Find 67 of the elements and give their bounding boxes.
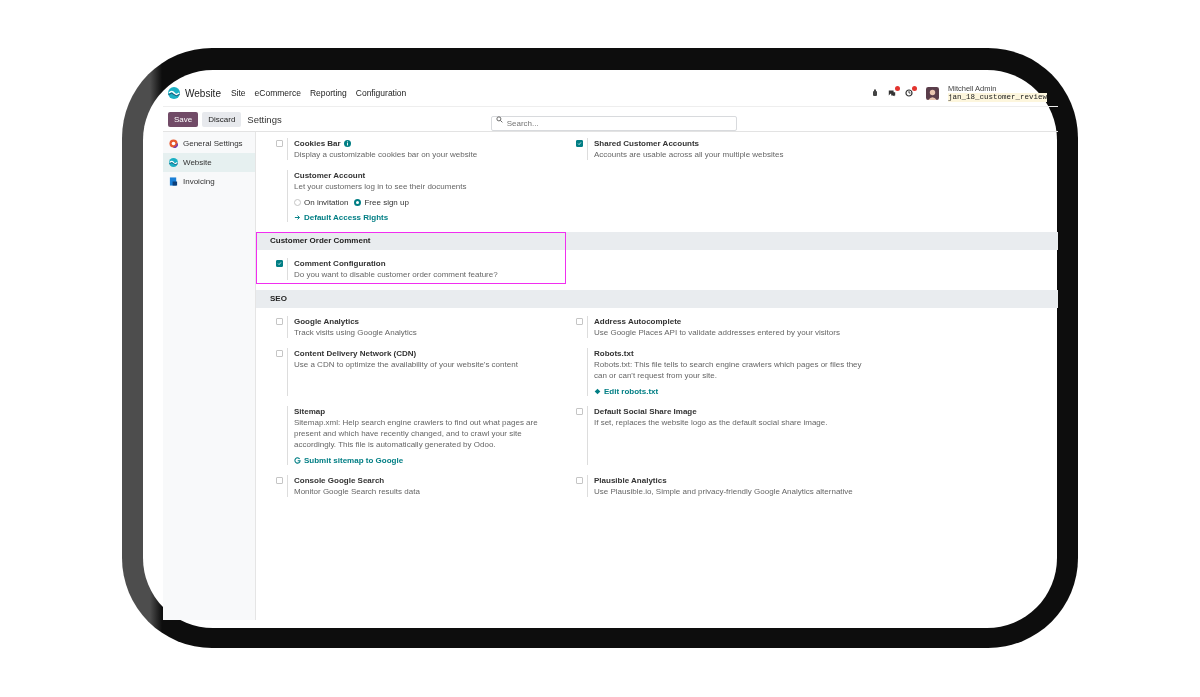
setting-description: Accounts are usable across all your multiple websites bbox=[594, 149, 785, 160]
breadcrumb: Settings bbox=[247, 113, 282, 125]
setting-title: Address Autocomplete bbox=[594, 316, 682, 327]
checkbox[interactable] bbox=[576, 318, 583, 325]
section-header: Customer Order Comment bbox=[256, 232, 1058, 250]
diamond-icon bbox=[594, 388, 601, 395]
setting-description: Sitemap.xml: Help search engine crawlers to find out what pages are present and which have recently changed, and to crawl your site accordingly. This file is automatically generated by Odoo. bbox=[294, 417, 539, 450]
notification-badge-icon bbox=[894, 86, 900, 91]
globe-icon bbox=[169, 158, 178, 167]
link-button[interactable]: Edit robots.txt bbox=[594, 387, 659, 396]
sidebar-item[interactable]: General Settings bbox=[163, 134, 255, 153]
radio-label: Free sign up bbox=[364, 198, 409, 207]
setting-description: Use Google Places API to validate addresses entered by your visitors bbox=[594, 327, 841, 338]
setting-title: Console Google Search bbox=[294, 475, 385, 486]
checkbox[interactable] bbox=[276, 140, 283, 147]
menu-item[interactable]: eCommerce bbox=[254, 88, 301, 98]
chat-icon[interactable] bbox=[887, 89, 896, 97]
gear-icon bbox=[169, 139, 178, 148]
setting-title: Shared Customer Accounts bbox=[594, 138, 700, 149]
setting-title: Content Delivery Network (CDN) bbox=[294, 348, 417, 359]
checkbox[interactable] bbox=[276, 260, 283, 267]
menu-item[interactable]: Reporting bbox=[309, 88, 347, 98]
setting-description: If set, replaces the website logo as the default social share image. bbox=[594, 417, 829, 428]
radio-label: On invitation bbox=[304, 198, 349, 207]
setting-description: Use a CDN to optimize the availability of your website's content bbox=[294, 359, 519, 370]
checkbox[interactable] bbox=[576, 140, 583, 147]
setting-title: Robots.txt bbox=[594, 348, 634, 359]
checkbox[interactable] bbox=[276, 350, 283, 357]
setting-description: Robots.txt: This file tells to search engine crawlers which pages or files they can or can't request from your site. bbox=[594, 359, 863, 381]
app-logo-icon bbox=[168, 87, 180, 99]
avatar-icon[interactable] bbox=[925, 86, 939, 100]
setting-title: Cookies Bar bbox=[294, 138, 341, 149]
setting-description: Display a customizable cookies bar on your website bbox=[294, 149, 479, 160]
setting-description: Do you want to disable customer order comment feature? bbox=[294, 269, 499, 280]
notification-badge-icon bbox=[911, 86, 917, 91]
discard-button[interactable]: Discard bbox=[202, 111, 242, 127]
checkbox[interactable] bbox=[576, 408, 583, 415]
menu-item[interactable]: Site bbox=[230, 88, 246, 98]
clock-icon[interactable] bbox=[904, 89, 913, 97]
setting-description: Track visits using Google Analytics bbox=[294, 327, 418, 338]
app-name[interactable]: Website bbox=[185, 87, 221, 99]
letter-g-icon bbox=[294, 457, 301, 464]
setting-description: Use Plausible.io, Simple and privacy-friendly Google Analytics alternative bbox=[594, 486, 854, 497]
menu-item[interactable]: Configuration bbox=[355, 88, 407, 98]
search-field[interactable]: Search... bbox=[490, 115, 737, 131]
link-button[interactable]: Default Access Rights bbox=[294, 213, 389, 222]
search-icon bbox=[495, 115, 503, 123]
setting-title: Comment Configuration bbox=[294, 258, 386, 269]
setting-title: Customer Account bbox=[294, 170, 366, 181]
arrow-icon bbox=[294, 214, 301, 221]
setting-title: Default Social Share Image bbox=[594, 406, 697, 417]
checkbox[interactable] bbox=[276, 477, 283, 484]
setting-title: Sitemap bbox=[294, 406, 326, 417]
sidebar-item[interactable]: Website bbox=[163, 153, 255, 172]
link-button[interactable]: Submit sitemap to Google bbox=[294, 456, 404, 465]
checkbox[interactable] bbox=[276, 318, 283, 325]
setting-description: Let your customers log in to see their documents bbox=[294, 181, 468, 192]
radio-button[interactable] bbox=[354, 199, 362, 206]
setting-title: Google Analytics bbox=[294, 316, 360, 327]
save-button[interactable]: Save bbox=[168, 111, 199, 127]
section-header: SEO bbox=[256, 290, 1058, 308]
checkbox[interactable] bbox=[576, 477, 583, 484]
setting-title: Plausible Analytics bbox=[594, 475, 667, 486]
sidebar-item[interactable]: Invoicing bbox=[163, 172, 255, 191]
invoice-icon bbox=[169, 177, 178, 186]
info-icon[interactable] bbox=[343, 140, 351, 147]
setting-description: Monitor Google Search results data bbox=[294, 486, 421, 497]
